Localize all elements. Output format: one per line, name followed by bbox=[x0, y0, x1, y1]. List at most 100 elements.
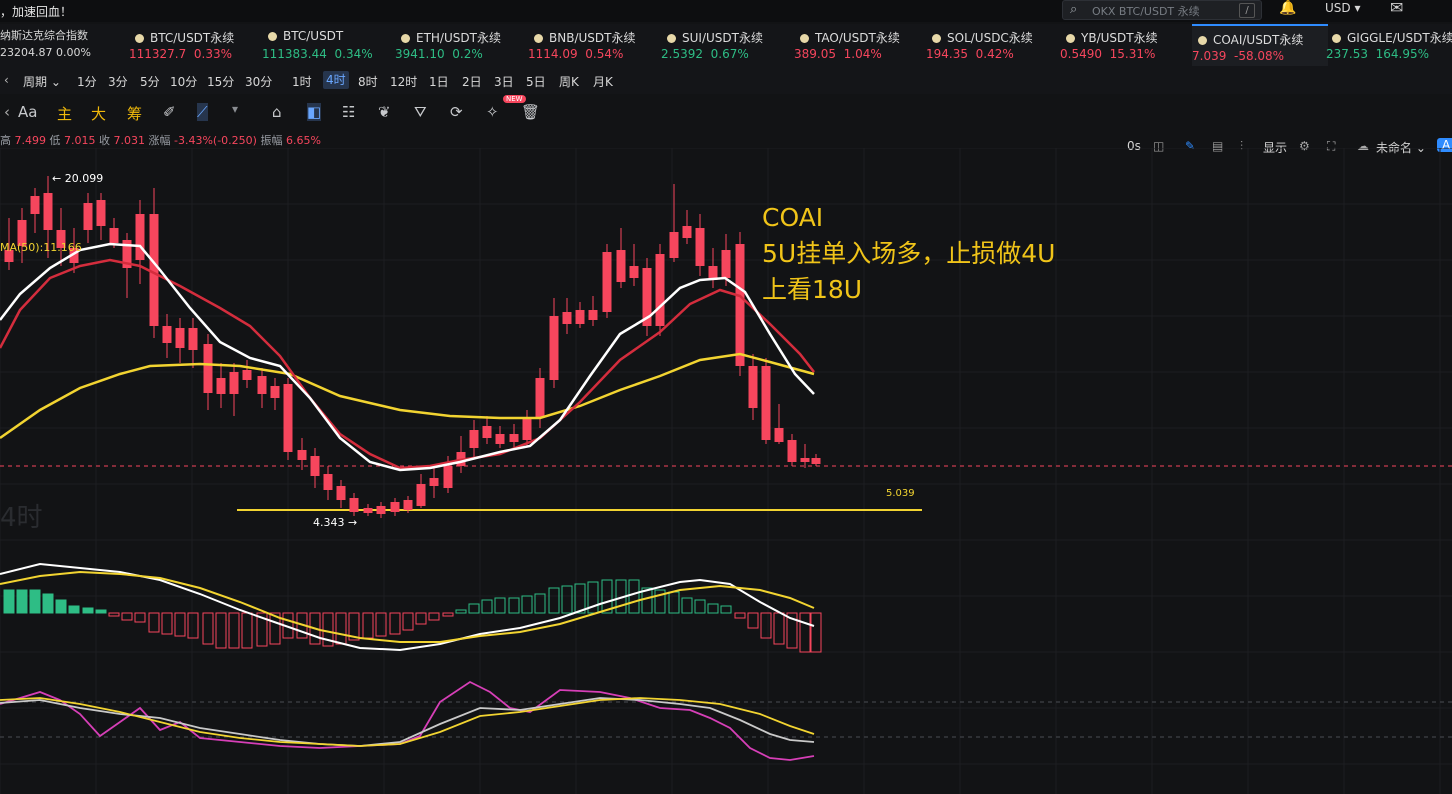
big-order-toggle[interactable]: 大 bbox=[91, 103, 106, 124]
ticker-name: BTC/USDT bbox=[268, 29, 343, 43]
macd-bar bbox=[810, 612, 822, 653]
ticker-item[interactable]: COAI/USDT永续 7.039 -58.08% bbox=[1192, 24, 1328, 68]
timeframe-10[interactable]: 1日 bbox=[429, 73, 449, 90]
macd-bar bbox=[402, 612, 414, 631]
macd-bar bbox=[668, 591, 680, 614]
timeframe-13[interactable]: 5日 bbox=[526, 73, 546, 90]
dropdown-chevron-icon[interactable]: ▾ bbox=[232, 102, 238, 116]
macd-bar bbox=[187, 612, 199, 639]
low-marker: 4.343 → bbox=[313, 516, 357, 529]
ticker-name: GIGGLE/USDT永续 bbox=[1332, 29, 1452, 46]
candle bbox=[443, 466, 453, 488]
main-chart-toggle[interactable]: 主 bbox=[57, 103, 72, 124]
candle bbox=[135, 214, 145, 260]
mail-icon[interactable]: ✉ bbox=[1390, 0, 1403, 17]
macd-bar bbox=[707, 603, 719, 614]
candle bbox=[721, 250, 731, 278]
macd-bar bbox=[534, 593, 546, 614]
macd-bar bbox=[455, 609, 467, 614]
ruler-icon[interactable]: ✐ bbox=[163, 103, 176, 121]
candle bbox=[629, 266, 639, 278]
ma50-line bbox=[0, 352, 815, 440]
macd-bar bbox=[389, 612, 401, 635]
timeframe-12[interactable]: 3日 bbox=[494, 73, 514, 90]
chips-toggle[interactable]: 筹 bbox=[127, 103, 142, 124]
ticker-item[interactable]: YB/USDT永续 0.5490 15.31% bbox=[1060, 24, 1196, 66]
price-chart[interactable]: 4时 5.039 MA(50):11.166 ← 20.099 4.343 → bbox=[0, 148, 1452, 794]
macd-bar bbox=[747, 612, 759, 629]
macd-bar bbox=[121, 612, 133, 621]
search-box[interactable]: ⌕ OKX BTC/USDT 永续 / bbox=[1062, 0, 1262, 20]
sync-icon[interactable]: ⟳ bbox=[450, 103, 463, 121]
trade-annotation[interactable]: COAI 5U挂单入场多，止损做4U 上看18U bbox=[762, 200, 1055, 308]
candle bbox=[242, 370, 252, 380]
candle bbox=[416, 484, 426, 506]
macd-bar bbox=[681, 597, 693, 614]
ticker-item[interactable]: ETH/USDT永续 3941.10 0.2% bbox=[395, 24, 531, 66]
macd-bar bbox=[95, 609, 107, 614]
macd-bar bbox=[428, 612, 440, 621]
timeframe-8[interactable]: 8时 bbox=[358, 73, 378, 90]
timeframe-5[interactable]: 30分 bbox=[245, 73, 272, 90]
timeframe-11[interactable]: 2日 bbox=[462, 73, 482, 90]
note-icon[interactable]: ☷ bbox=[342, 103, 355, 121]
candle bbox=[655, 254, 665, 326]
ticker-item[interactable]: SUI/USDT永续 2.5392 0.67% bbox=[661, 24, 797, 66]
currency-select[interactable]: USD ▾ bbox=[1325, 1, 1360, 15]
magnet-icon[interactable]: ◧ bbox=[307, 103, 322, 121]
kdj-j-line bbox=[0, 680, 815, 761]
ohlc-low: 7.015 bbox=[64, 134, 96, 147]
ticker-price: 389.05 1.04% bbox=[794, 47, 882, 61]
ticker-price: 237.53 164.95% bbox=[1326, 47, 1430, 61]
period-dropdown[interactable]: 周期 ⌄ bbox=[23, 73, 61, 90]
macd-bar bbox=[3, 589, 15, 614]
ticker-item[interactable]: TAO/USDT永续 389.05 1.04% bbox=[794, 24, 930, 66]
timeframe-watermark: 4时 bbox=[0, 503, 43, 533]
trash-icon[interactable]: 🗑 bbox=[521, 103, 540, 121]
ticker-item[interactable]: BNB/USDT永续 1114.09 0.54% bbox=[528, 24, 664, 66]
timeframe-7[interactable]: 4时 bbox=[323, 71, 349, 89]
timeframe-9[interactable]: 12时 bbox=[390, 73, 417, 90]
candle bbox=[203, 344, 213, 393]
timeframe-1[interactable]: 3分 bbox=[108, 73, 128, 90]
ticker-item[interactable]: BTC/USDT永续 111327.7 0.33% bbox=[129, 24, 265, 66]
ticker-name: SOL/USDC永续 bbox=[932, 29, 1033, 46]
timeframe-4[interactable]: 15分 bbox=[207, 73, 234, 90]
macd-bar bbox=[108, 612, 120, 617]
timeframe-15[interactable]: 月K bbox=[593, 73, 613, 90]
trendline-icon[interactable]: ⟋ bbox=[197, 103, 208, 121]
candle bbox=[682, 226, 692, 238]
magic-icon[interactable]: ✧ bbox=[486, 103, 499, 121]
bell-icon[interactable]: 🔔 bbox=[1279, 0, 1296, 16]
ticker-item[interactable]: GIGGLE/USDT永续 237.53 164.95% bbox=[1326, 24, 1452, 66]
text-tool[interactable]: Aa bbox=[18, 103, 37, 121]
candle bbox=[175, 328, 185, 348]
timeframe-2[interactable]: 5分 bbox=[140, 73, 160, 90]
timeframe-0[interactable]: 1分 bbox=[77, 73, 97, 90]
timeframe-3[interactable]: 10分 bbox=[170, 73, 197, 90]
index-name: 纳斯达克综合指数 bbox=[0, 29, 88, 42]
candle bbox=[588, 310, 598, 320]
candle bbox=[30, 196, 40, 214]
ticker-price: 111327.7 0.33% bbox=[129, 47, 233, 61]
timeframe-6[interactable]: 1时 bbox=[292, 73, 312, 90]
candle bbox=[669, 232, 679, 258]
ohlc-high: 7.499 bbox=[14, 134, 47, 147]
candle bbox=[229, 372, 239, 394]
brush-icon[interactable]: ❦ bbox=[378, 103, 391, 121]
timeframe-14[interactable]: 周K bbox=[559, 73, 579, 90]
lock-icon[interactable]: ⌂ bbox=[272, 103, 282, 121]
search-shortcut-key: / bbox=[1239, 3, 1255, 18]
ticker-item[interactable]: SOL/USDC永续 194.35 0.42% bbox=[926, 24, 1062, 66]
index-quote[interactable]: 纳斯达克综合指数 23204.87 0.00% bbox=[0, 27, 120, 59]
candle bbox=[735, 244, 745, 366]
chevron-left-icon[interactable]: ‹ bbox=[4, 103, 10, 121]
filter-icon[interactable]: ⛛ bbox=[414, 103, 427, 121]
macd-bar bbox=[228, 612, 240, 649]
high-marker: ← 20.099 bbox=[52, 172, 103, 185]
ticker-item[interactable]: BTC/USDT 111383.44 0.34% bbox=[262, 24, 398, 66]
chevron-left-icon[interactable]: ‹ bbox=[4, 73, 9, 87]
macd-bar bbox=[561, 585, 573, 614]
candle bbox=[787, 440, 797, 462]
macd-bar bbox=[161, 612, 173, 635]
